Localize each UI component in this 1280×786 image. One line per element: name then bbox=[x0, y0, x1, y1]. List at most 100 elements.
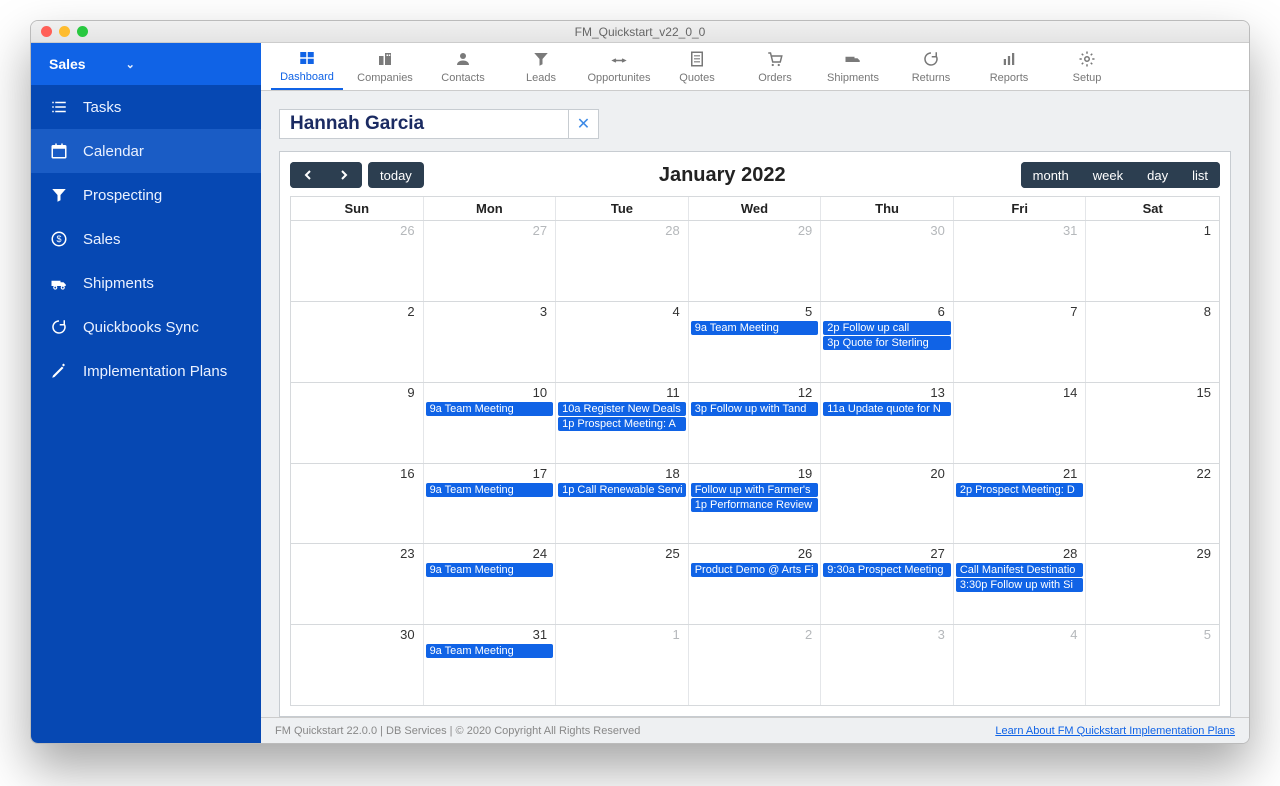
calendar-event[interactable]: 3:30p Follow up with Si bbox=[956, 578, 1084, 592]
calendar-event[interactable]: Call Manifest Destinatio bbox=[956, 563, 1084, 577]
calendar-cell[interactable]: 30 bbox=[291, 625, 424, 705]
calendar-cell[interactable]: 26 bbox=[291, 221, 424, 301]
calendar-cell[interactable]: 319a Team Meeting bbox=[424, 625, 557, 705]
calendar-cell[interactable]: 7 bbox=[954, 302, 1087, 382]
calendar-cell[interactable]: 14 bbox=[954, 383, 1087, 463]
calendar-cell[interactable]: 212p Prospect Meeting: D bbox=[954, 464, 1087, 544]
next-button[interactable] bbox=[326, 162, 362, 188]
calendar-cell[interactable]: 23 bbox=[291, 544, 424, 624]
calendar-event[interactable]: 3p Quote for Sterling bbox=[823, 336, 951, 350]
calendar-event[interactable]: 10a Register New Deals bbox=[558, 402, 686, 416]
calendar-cell[interactable]: 2 bbox=[689, 625, 822, 705]
calendar-cell[interactable]: 26Product Demo @ Arts Fi bbox=[689, 544, 822, 624]
day-number: 27 bbox=[823, 545, 951, 563]
sidebar-item-calendar[interactable]: Calendar bbox=[31, 129, 261, 173]
day-number: 2 bbox=[293, 303, 421, 321]
sidebar-item-quickbooks-sync[interactable]: Quickbooks Sync bbox=[31, 305, 261, 349]
calendar-event[interactable]: 3p Follow up with Tand bbox=[691, 402, 819, 416]
calendar-cell[interactable]: 8 bbox=[1086, 302, 1219, 382]
calendar-cell[interactable]: 28 bbox=[556, 221, 689, 301]
calendar-cell[interactable]: 3 bbox=[424, 302, 557, 382]
toolbar-setup[interactable]: Setup bbox=[1051, 44, 1123, 90]
close-icon[interactable]: ✕ bbox=[568, 109, 598, 139]
calendar-cell[interactable]: 20 bbox=[821, 464, 954, 544]
sidebar-item-implementation-plans[interactable]: Implementation Plans bbox=[31, 349, 261, 393]
view-week-button[interactable]: week bbox=[1081, 162, 1135, 188]
calendar-cell[interactable]: 4 bbox=[556, 302, 689, 382]
toolbar-returns[interactable]: Returns bbox=[895, 44, 967, 90]
calendar-cell[interactable]: 15 bbox=[1086, 383, 1219, 463]
calendar-cell[interactable]: 109a Team Meeting bbox=[424, 383, 557, 463]
calendar-cell[interactable]: 30 bbox=[821, 221, 954, 301]
calendar-cell[interactable]: 25 bbox=[556, 544, 689, 624]
calendar-cell[interactable]: 19Follow up with Farmer's1p Performance … bbox=[689, 464, 822, 544]
day-number: 2 bbox=[691, 626, 819, 644]
calendar-cell[interactable]: 22 bbox=[1086, 464, 1219, 544]
calendar-event[interactable]: 9a Team Meeting bbox=[426, 644, 554, 658]
calendar-cell[interactable]: 29 bbox=[1086, 544, 1219, 624]
toolbar-leads[interactable]: Leads bbox=[505, 44, 577, 90]
calendar-cell[interactable]: 123p Follow up with Tand bbox=[689, 383, 822, 463]
day-header: Fri bbox=[954, 197, 1087, 220]
calendar-cell[interactable]: 1311a Update quote for N bbox=[821, 383, 954, 463]
calendar-cell[interactable]: 1 bbox=[556, 625, 689, 705]
footer-link[interactable]: Learn About FM Quickstart Implementation… bbox=[995, 725, 1235, 737]
calendar-cell[interactable]: 29 bbox=[689, 221, 822, 301]
today-button[interactable]: today bbox=[368, 162, 424, 188]
toolbar-shipments[interactable]: Shipments bbox=[817, 44, 889, 90]
calendar-cell[interactable]: 16 bbox=[291, 464, 424, 544]
calendar-event[interactable]: 1p Call Renewable Servi bbox=[558, 483, 686, 497]
toolbar-contacts[interactable]: Contacts bbox=[427, 44, 499, 90]
calendar-event[interactable]: 9a Team Meeting bbox=[426, 483, 554, 497]
calendar-cell[interactable]: 249a Team Meeting bbox=[424, 544, 557, 624]
sidebar-item-sales[interactable]: $Sales bbox=[31, 217, 261, 261]
calendar-event[interactable]: 9:30a Prospect Meeting bbox=[823, 563, 951, 577]
calendar-event[interactable]: 9a Team Meeting bbox=[691, 321, 819, 335]
toolbar-quotes[interactable]: Quotes bbox=[661, 44, 733, 90]
prev-button[interactable] bbox=[290, 162, 326, 188]
calendar-cell[interactable]: 179a Team Meeting bbox=[424, 464, 557, 544]
calendar-cell[interactable]: 2 bbox=[291, 302, 424, 382]
sidebar-header[interactable]: Sales ⌄ bbox=[31, 43, 261, 85]
calendar-cell[interactable]: 5 bbox=[1086, 625, 1219, 705]
calendar-cell[interactable]: 1 bbox=[1086, 221, 1219, 301]
calendar-cell[interactable]: 4 bbox=[954, 625, 1087, 705]
calendar-cell[interactable]: 31 bbox=[954, 221, 1087, 301]
sidebar-item-shipments[interactable]: Shipments bbox=[31, 261, 261, 305]
calendar-event[interactable]: 1p Performance Review bbox=[691, 498, 819, 512]
toolbar-reports[interactable]: Reports bbox=[973, 44, 1045, 90]
calendar-cell[interactable]: 28Call Manifest Destinatio3:30p Follow u… bbox=[954, 544, 1087, 624]
day-number: 20 bbox=[823, 465, 951, 483]
calendar-event[interactable]: Follow up with Farmer's bbox=[691, 483, 819, 497]
toolbar-companies[interactable]: Companies bbox=[349, 44, 421, 90]
calendar-cell[interactable]: 59a Team Meeting bbox=[689, 302, 822, 382]
day-number: 7 bbox=[956, 303, 1084, 321]
calendar-event[interactable]: 2p Prospect Meeting: D bbox=[956, 483, 1084, 497]
calendar-event[interactable]: 11a Update quote for N bbox=[823, 402, 951, 416]
calendar-cell[interactable]: 9 bbox=[291, 383, 424, 463]
calendar-event[interactable]: 1p Prospect Meeting: A bbox=[558, 417, 686, 431]
toolbar-opportunites[interactable]: Opportunites bbox=[583, 44, 655, 90]
view-list-button[interactable]: list bbox=[1180, 162, 1220, 188]
calendar-cell[interactable]: 27 bbox=[424, 221, 557, 301]
day-number: 27 bbox=[426, 222, 554, 240]
calendar-cell[interactable]: 279:30a Prospect Meeting bbox=[821, 544, 954, 624]
calendar-event[interactable]: 9a Team Meeting bbox=[426, 563, 554, 577]
calendar-cell[interactable]: 181p Call Renewable Servi bbox=[556, 464, 689, 544]
calendar-event[interactable]: Product Demo @ Arts Fi bbox=[691, 563, 819, 577]
view-day-button[interactable]: day bbox=[1135, 162, 1180, 188]
view-month-button[interactable]: month bbox=[1021, 162, 1081, 188]
sidebar-item-tasks[interactable]: Tasks bbox=[31, 85, 261, 129]
day-number: 15 bbox=[1088, 384, 1217, 402]
day-number: 11 bbox=[558, 384, 686, 402]
sidebar-item-prospecting[interactable]: Prospecting bbox=[31, 173, 261, 217]
toolbar-label: Orders bbox=[758, 72, 792, 84]
calendar-cell[interactable]: 62p Follow up call3p Quote for Sterling bbox=[821, 302, 954, 382]
toolbar-orders[interactable]: Orders bbox=[739, 44, 811, 90]
toolbar-dashboard[interactable]: Dashboard bbox=[271, 44, 343, 90]
calendar-cell[interactable]: 1110a Register New Deals1p Prospect Meet… bbox=[556, 383, 689, 463]
calendar-event[interactable]: 2p Follow up call bbox=[823, 321, 951, 335]
calendar-event[interactable]: 9a Team Meeting bbox=[426, 402, 554, 416]
calendar-cell[interactable]: 3 bbox=[821, 625, 954, 705]
toolbar-label: Setup bbox=[1073, 72, 1102, 84]
